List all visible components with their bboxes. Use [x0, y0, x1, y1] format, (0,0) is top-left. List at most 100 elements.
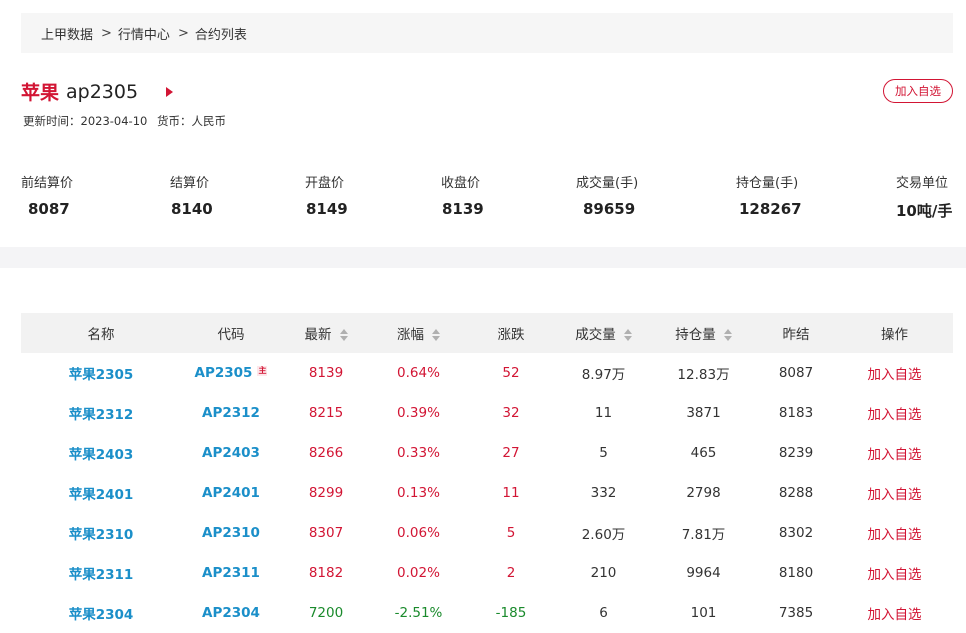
table-row: 苹果2304 AP2304 7200 -2.51% -185 6 101 7385 加入自选 [21, 593, 953, 633]
contract-code-link[interactable]: AP2401 [202, 485, 260, 501]
cell-name: 苹果2310 [21, 513, 181, 553]
cell-code: AP2310 [181, 513, 281, 553]
cell-open-interest: 3871 [686, 405, 721, 421]
add-favorite-link[interactable]: 加入自选 [868, 407, 922, 423]
contract-name-link[interactable]: 苹果2304 [69, 607, 134, 623]
table-row: 苹果2312 AP2312 8215 0.39% 32 11 3871 8183 加入自选 [21, 393, 953, 433]
contract-name-link[interactable]: 苹果2305 [69, 367, 134, 383]
cell-last: 7200 [308, 605, 344, 621]
contract-code-link[interactable]: AP2304 [202, 605, 260, 621]
contract-title: 苹果 ap2305 [21, 78, 174, 105]
add-favorite-link[interactable]: 加入自选 [868, 527, 922, 543]
cell-pct: 0.39% [397, 405, 440, 421]
cell-last: 8182 [308, 565, 344, 581]
contract-code-link[interactable]: AP2305 [195, 365, 253, 381]
cell-volume: 6 [599, 605, 608, 621]
table-row: 苹果2305 AP2305 主 8139 0.64% 52 8.97万 12.83万 8087 加… [21, 353, 953, 393]
section-divider [0, 247, 966, 268]
cell-pct: 0.33% [397, 445, 440, 461]
col-header-name: 名称 [21, 313, 181, 353]
stat-value: 8087 [28, 200, 70, 218]
stat-volume: 成交量(手) 89659 [576, 172, 638, 218]
col-header-code: 代码 [181, 313, 281, 353]
col-header-volume[interactable]: 成交量 [556, 313, 651, 353]
add-favorite-link[interactable]: 加入自选 [868, 447, 922, 463]
col-header-open-interest-label: 持仓量 [675, 327, 716, 343]
breadcrumb-item-home[interactable]: 上甲数据 [41, 24, 93, 43]
cell-volume: 11 [594, 405, 613, 421]
currency: 货币：人民币 [157, 114, 226, 128]
contract-name-link[interactable]: 苹果2311 [69, 567, 134, 583]
stat-label: 前结算价 [21, 176, 74, 191]
cell-change: 5 [506, 525, 516, 541]
col-header-last-label: 最新 [304, 327, 332, 343]
cell-code: AP2403 [181, 433, 281, 473]
col-header-pct[interactable]: 涨幅 [371, 313, 466, 353]
contract-code-link[interactable]: AP2311 [202, 565, 260, 581]
cell-action: 加入自选 [836, 513, 953, 553]
cell-pct: 0.06% [397, 525, 440, 541]
stat-label: 持仓量(手) [736, 176, 799, 191]
stat-value: 89659 [583, 200, 636, 218]
cell-code: AP2304 [181, 593, 281, 633]
add-favorite-link[interactable]: 加入自选 [868, 607, 922, 623]
cell-volume: 2.60万 [581, 527, 626, 543]
add-favorite-link[interactable]: 加入自选 [868, 367, 922, 383]
contract-name-link[interactable]: 苹果2403 [69, 447, 134, 463]
cell-prev-settle: 7385 [778, 605, 814, 621]
add-favorite-button[interactable]: 加入自选 [883, 79, 953, 103]
stat-value: 8139 [442, 200, 484, 218]
add-favorite-link[interactable]: 加入自选 [868, 487, 922, 503]
contract-code-link[interactable]: AP2403 [202, 445, 260, 461]
cell-last: 8266 [308, 445, 344, 461]
stat-label: 开盘价 [305, 176, 345, 191]
stat-value: 8149 [306, 200, 348, 218]
cell-last: 8307 [308, 525, 344, 541]
cell-volume: 5 [599, 445, 608, 461]
contract-name-link[interactable]: 苹果2312 [69, 407, 134, 423]
sort-icon[interactable] [339, 329, 348, 341]
stat-value: 10吨/手 [896, 202, 953, 220]
cell-name: 苹果2305 [21, 353, 181, 393]
contract-code-link[interactable]: AP2310 [202, 525, 260, 541]
contract-name-link[interactable]: 苹果2310 [69, 527, 134, 543]
cell-code: AP2312 [181, 393, 281, 433]
cell-name: 苹果2312 [21, 393, 181, 433]
col-header-last[interactable]: 最新 [281, 313, 371, 353]
cell-action: 加入自选 [836, 353, 953, 393]
cell-action: 加入自选 [836, 593, 953, 633]
cell-prev-settle: 8087 [778, 365, 814, 381]
cell-pct: -2.51% [394, 605, 443, 621]
add-favorite-link[interactable]: 加入自选 [868, 567, 922, 583]
sort-icon[interactable] [432, 329, 440, 341]
contract-name-link[interactable]: 苹果2401 [69, 487, 134, 503]
cell-change: 2 [506, 565, 516, 581]
contract-name: 苹果 [21, 82, 60, 104]
breadcrumb-item-contract-list[interactable]: 合约列表 [195, 24, 247, 43]
cell-pct: 0.02% [397, 565, 440, 581]
col-header-volume-label: 成交量 [575, 327, 616, 343]
sort-icon[interactable] [723, 329, 732, 341]
cell-open-interest: 465 [690, 445, 717, 461]
cell-change: 27 [502, 445, 520, 461]
cell-open-interest: 7.81万 [681, 527, 726, 543]
contract-code-link[interactable]: AP2312 [202, 405, 260, 421]
cell-open-interest: 101 [690, 605, 717, 621]
cell-name: 苹果2304 [21, 593, 181, 633]
col-header-pct-label: 涨幅 [397, 327, 424, 343]
cell-last: 8299 [308, 485, 344, 501]
breadcrumb-separator: > [177, 25, 189, 41]
contract-code: ap2305 [66, 80, 139, 103]
col-header-open-interest[interactable]: 持仓量 [651, 313, 756, 353]
cell-action: 加入自选 [836, 393, 953, 433]
stat-label: 收盘价 [441, 176, 481, 191]
col-header-prev-settle: 昨结 [756, 313, 836, 353]
main-contract-badge: 主 [257, 366, 268, 376]
cell-volume: 210 [590, 565, 617, 581]
stat-trade-unit: 交易单位 10吨/手 [896, 172, 952, 221]
breadcrumb-item-market-center[interactable]: 行情中心 [118, 24, 170, 43]
sort-icon[interactable] [623, 329, 632, 341]
caret-right-icon[interactable] [166, 86, 174, 97]
stat-settle: 结算价 8140 [170, 172, 213, 218]
cell-change: 32 [502, 405, 520, 421]
